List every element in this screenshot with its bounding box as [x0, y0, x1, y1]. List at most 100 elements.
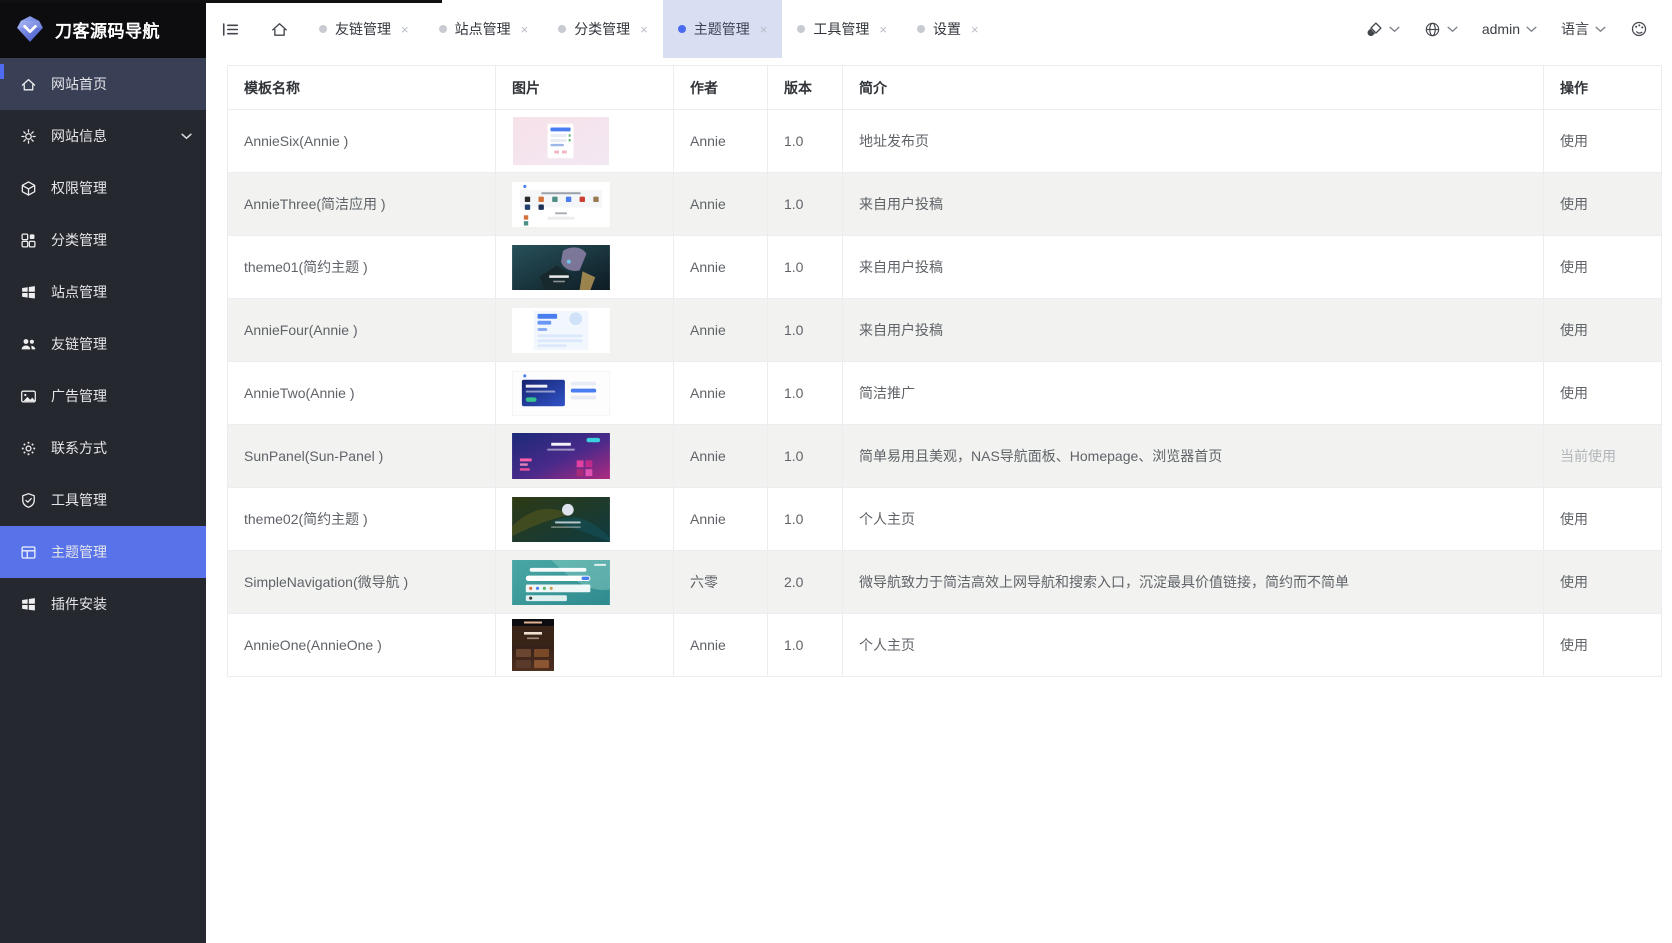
- user-menu[interactable]: admin: [1482, 21, 1537, 37]
- template-author: Annie: [674, 110, 768, 173]
- grid-icon: [20, 232, 37, 249]
- brush-icon: [1366, 21, 1383, 38]
- template-thumbnail: [512, 497, 610, 542]
- sidebar-item-label: 站点管理: [51, 282, 107, 302]
- template-image-cell: [496, 236, 674, 299]
- tab-themes[interactable]: 主题管理 ×: [663, 0, 783, 58]
- tab-close-icon[interactable]: ×: [760, 22, 768, 37]
- windows-icon: [20, 284, 37, 301]
- template-image-cell: [496, 488, 674, 551]
- template-image-cell: [496, 614, 674, 677]
- template-author: 六零: [674, 551, 768, 614]
- sidebar-item-categories[interactable]: 分类管理: [0, 214, 206, 266]
- tab-close-icon[interactable]: ×: [401, 22, 409, 37]
- col-header-description: 简介: [843, 66, 1544, 110]
- sidebar-item-label: 友链管理: [51, 334, 107, 354]
- sidebar-item-site-home[interactable]: 网站首页: [0, 58, 206, 110]
- template-description: 来自用户投稿: [843, 299, 1544, 362]
- tab-settings[interactable]: 设置 ×: [902, 0, 994, 58]
- template-name: AnnieSix(Annie ): [228, 110, 496, 173]
- chevron-down-icon: [1447, 26, 1458, 33]
- topbar-right: admin 语言: [1366, 0, 1672, 58]
- use-theme-link[interactable]: 使用: [1560, 133, 1588, 149]
- template-author: Annie: [674, 173, 768, 236]
- template-author: Annie: [674, 614, 768, 677]
- use-theme-link[interactable]: 使用: [1560, 196, 1588, 212]
- sidebar-item-tools[interactable]: 工具管理: [0, 474, 206, 526]
- template-author: Annie: [674, 425, 768, 488]
- tab-label: 友链管理: [335, 19, 391, 39]
- template-name: SimpleNavigation(微导航 ): [228, 551, 496, 614]
- use-theme-link[interactable]: 使用: [1560, 637, 1588, 653]
- use-theme-link[interactable]: 使用: [1560, 511, 1588, 527]
- template-version: 1.0: [768, 299, 843, 362]
- template-author: Annie: [674, 362, 768, 425]
- sidebar-item-ads[interactable]: 广告管理: [0, 370, 206, 422]
- site-dropdown[interactable]: [1424, 21, 1458, 38]
- template-description: 个人主页: [843, 614, 1544, 677]
- use-theme-link[interactable]: 使用: [1560, 259, 1588, 275]
- col-header-actions: 操作: [1544, 66, 1662, 110]
- layout-icon: [20, 544, 37, 561]
- tab-close-icon[interactable]: ×: [971, 22, 979, 37]
- tab-dot: [917, 25, 925, 33]
- logo-text: 刀客源码导航: [55, 17, 160, 42]
- template-version: 1.0: [768, 110, 843, 173]
- tab-close-icon[interactable]: ×: [640, 22, 648, 37]
- use-theme-link[interactable]: 使用: [1560, 574, 1588, 590]
- sidebar-item-contact[interactable]: 联系方式: [0, 422, 206, 474]
- template-description: 来自用户投稿: [843, 236, 1544, 299]
- table-row: theme02(简约主题 ): [228, 488, 1662, 551]
- language-menu[interactable]: 语言: [1561, 19, 1606, 39]
- col-header-author: 作者: [674, 66, 768, 110]
- sidebar-item-friend-links[interactable]: 友链管理: [0, 318, 206, 370]
- tab-dot: [797, 25, 805, 33]
- template-image-cell: [496, 173, 674, 236]
- template-name: AnnieOne(AnnieOne ): [228, 614, 496, 677]
- tab-friend-links[interactable]: 友链管理 ×: [304, 0, 424, 58]
- logo[interactable]: 刀客源码导航: [0, 0, 206, 58]
- template-version: 1.0: [768, 614, 843, 677]
- template-thumbnail: [512, 433, 610, 479]
- template-version: 1.0: [768, 236, 843, 299]
- template-description: 地址发布页: [843, 110, 1544, 173]
- table-row: AnnieSix(Annie ): [228, 110, 1662, 173]
- sidebar-menu: 网站首页 网站信息 权限管理: [0, 58, 206, 943]
- template-image-cell: [496, 425, 674, 488]
- sidebar-item-plugins[interactable]: 插件安装: [0, 578, 206, 630]
- main-column: 友链管理 × 站点管理 × 分类管理 × 主题管理 ×: [206, 0, 1672, 943]
- sidebar-item-themes[interactable]: 主题管理: [0, 526, 206, 578]
- tab-label: 工具管理: [813, 19, 869, 39]
- tab-dot: [319, 25, 327, 33]
- tab-close-icon[interactable]: ×: [879, 22, 887, 37]
- template-image-cell: [496, 551, 674, 614]
- home-icon: [20, 76, 37, 93]
- tab-tools[interactable]: 工具管理 ×: [782, 0, 902, 58]
- tab-close-icon[interactable]: ×: [521, 22, 529, 37]
- sidebar-item-site-info[interactable]: 网站信息: [0, 110, 206, 162]
- theme-palette-button[interactable]: [1630, 20, 1648, 38]
- sidebar-item-permissions[interactable]: 权限管理: [0, 162, 206, 214]
- menu-fold-button[interactable]: [206, 0, 255, 58]
- tab-categories[interactable]: 分类管理 ×: [543, 0, 663, 58]
- col-header-image: 图片: [496, 66, 674, 110]
- template-description: 简单易用且美观，NAS导航面板、Homepage、浏览器首页: [843, 425, 1544, 488]
- sidebar: 刀客源码导航 网站首页 网站信息: [0, 0, 206, 943]
- use-theme-link[interactable]: 使用: [1560, 385, 1588, 401]
- table-header-row: 模板名称 图片 作者 版本 简介 操作: [228, 66, 1662, 110]
- tab-bar: 友链管理 × 站点管理 × 分类管理 × 主题管理 ×: [304, 0, 994, 58]
- home-button[interactable]: [255, 0, 304, 58]
- table-row: AnnieFour(Annie ): [228, 299, 1662, 362]
- table-row: AnnieTwo(Annie ): [228, 362, 1662, 425]
- template-name: AnnieThree(简洁应用 ): [228, 173, 496, 236]
- use-theme-link[interactable]: 使用: [1560, 322, 1588, 338]
- sidebar-item-label: 工具管理: [51, 490, 107, 510]
- current-theme-label: 当前使用: [1560, 448, 1616, 464]
- topbar: 友链管理 × 站点管理 × 分类管理 × 主题管理 ×: [206, 0, 1672, 58]
- sidebar-scrollbar-thumb[interactable]: [0, 64, 4, 79]
- tab-dot: [558, 25, 566, 33]
- sidebar-item-sites[interactable]: 站点管理: [0, 266, 206, 318]
- template-name: AnnieTwo(Annie ): [228, 362, 496, 425]
- tab-sites[interactable]: 站点管理 ×: [424, 0, 544, 58]
- clear-cache-dropdown[interactable]: [1366, 21, 1400, 38]
